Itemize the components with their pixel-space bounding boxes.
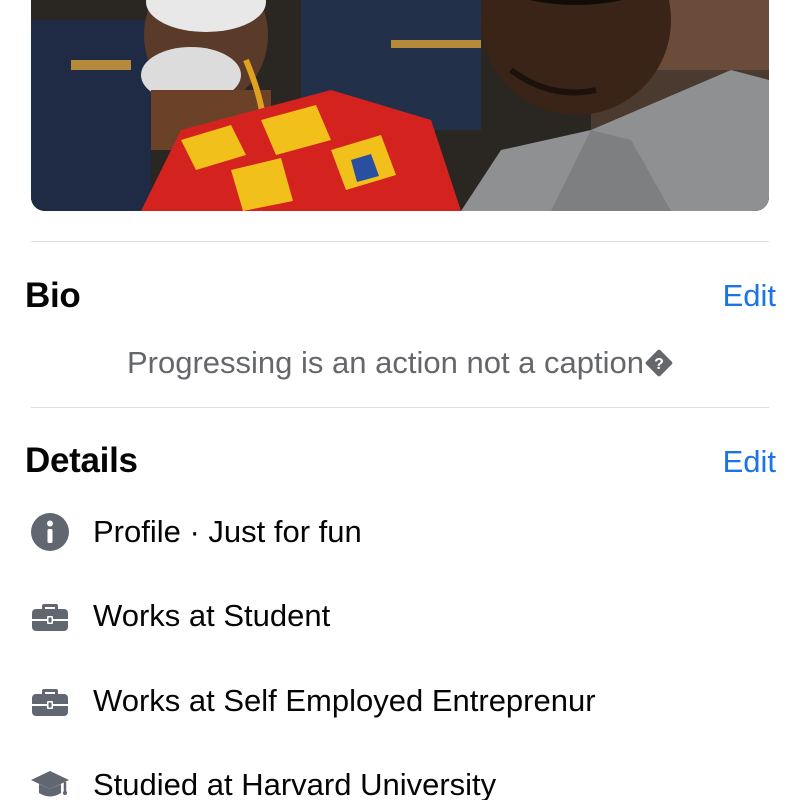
- bio-text-container: Progressing is an action not a caption ?: [0, 345, 800, 381]
- detail-item-work[interactable]: Works at Self Employed Entreprenur: [30, 679, 596, 723]
- info-icon: [30, 512, 70, 552]
- briefcase-icon: [30, 681, 70, 721]
- bio-heading: Bio: [25, 276, 81, 315]
- detail-item-label: Works at Student: [93, 598, 331, 633]
- detail-item-work[interactable]: Works at Student: [30, 594, 330, 638]
- detail-item-label: Profile · Just for fun: [93, 514, 362, 549]
- bio-edit-button[interactable]: Edit: [723, 278, 776, 314]
- details-heading: Details: [25, 441, 138, 480]
- cover-photo-image: [31, 0, 769, 211]
- cover-photo[interactable]: [31, 0, 769, 211]
- details-edit-button[interactable]: Edit: [723, 444, 776, 480]
- svg-text:?: ?: [654, 356, 664, 373]
- detail-item-label: Studied at Harvard University: [93, 767, 497, 800]
- detail-item-education[interactable]: Studied at Harvard University: [30, 763, 496, 800]
- profile-page: Bio Edit Progressing is an action not a …: [0, 0, 800, 800]
- unknown-glyph-icon: ?: [645, 349, 673, 377]
- detail-item-label: Works at Self Employed Entreprenur: [93, 683, 596, 718]
- graduation-cap-icon: [30, 765, 70, 800]
- detail-item-profile[interactable]: Profile · Just for fun: [30, 510, 362, 554]
- divider: [31, 241, 769, 242]
- divider: [31, 407, 769, 408]
- bio-text: Progressing is an action not a caption: [127, 345, 644, 380]
- briefcase-icon: [30, 596, 70, 636]
